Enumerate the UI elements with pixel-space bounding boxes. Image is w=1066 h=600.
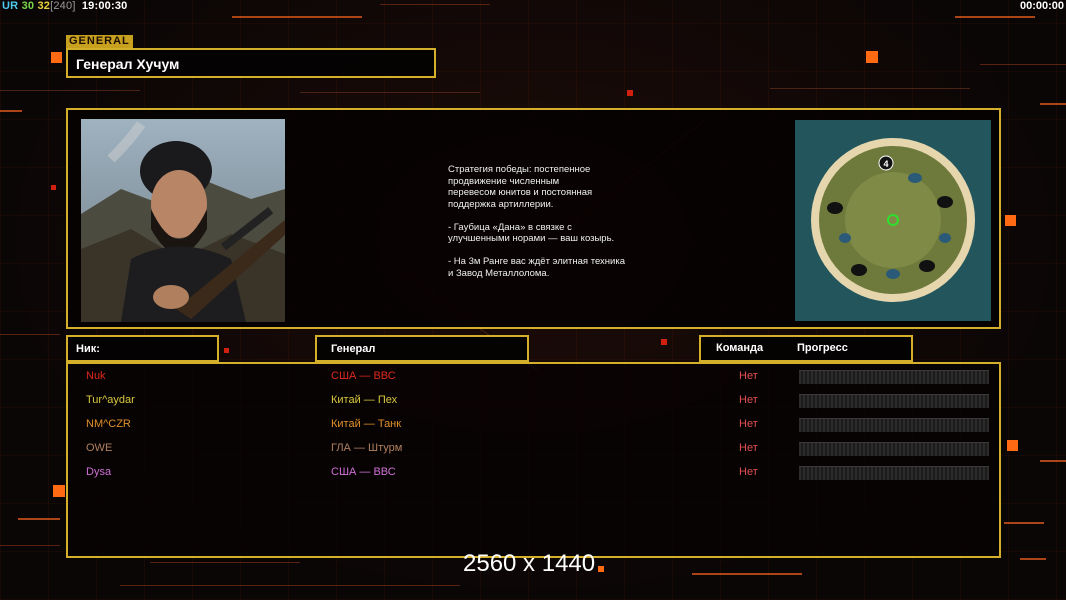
deco-square — [51, 185, 56, 190]
deco-line — [692, 573, 802, 575]
deco-square — [598, 566, 604, 572]
deco-line — [1040, 103, 1066, 105]
counter-value-2: 32 — [37, 0, 51, 12]
deco-line — [0, 334, 60, 335]
general-info-panel: Стратегия победы: постепенное продвижени… — [66, 108, 1001, 329]
deco-line — [120, 585, 460, 586]
counter-value-1: 30 — [21, 0, 35, 12]
resource-counter: UR 30 32[240] 19:00:30 — [2, 0, 127, 12]
general-portrait-image — [81, 119, 285, 322]
player-faction: Китай — Танк — [331, 418, 402, 430]
general-column-label: Генерал — [331, 343, 376, 355]
player-row: Tur^aydar Китай — Пех Нет — [68, 391, 999, 415]
player-progress-bar — [799, 442, 989, 456]
progress-column-label: Прогресс — [797, 342, 848, 354]
strategy-description: Стратегия победы: постепенное продвижени… — [448, 164, 625, 279]
deco-line — [300, 92, 480, 93]
ur-label: UR — [2, 0, 19, 12]
nick-column-label: Ник: — [76, 343, 100, 355]
deco-line — [770, 88, 970, 89]
deco-line — [380, 4, 490, 5]
player-nick: Dysa — [86, 466, 112, 478]
team-column-label: Команда — [716, 342, 764, 354]
general-portrait — [81, 119, 285, 322]
deco-line — [0, 90, 140, 91]
nick-column-header: Ник: — [66, 335, 219, 362]
player-progress-bar — [799, 466, 989, 480]
deco-square — [1005, 215, 1016, 226]
deco-square — [627, 90, 633, 96]
deco-line — [0, 110, 22, 112]
clock: 19:00:30 — [81, 0, 128, 12]
player-nick: Tur^aydar — [86, 394, 135, 406]
player-progress-bar — [799, 370, 989, 384]
deco-line — [1020, 558, 1046, 560]
deco-line — [18, 518, 60, 520]
player-team: Нет — [739, 442, 758, 454]
deco-square — [661, 339, 667, 345]
team-progress-column-header: Команда Прогресс — [699, 335, 913, 362]
map-image: 4 — [795, 120, 991, 321]
player-progress-bar — [799, 394, 989, 408]
deco-line — [150, 562, 300, 563]
player-row: OWE ГЛА — Штурм Нет — [68, 439, 999, 463]
player-team: Нет — [739, 394, 758, 406]
player-team: Нет — [739, 466, 758, 478]
general-title-box: Генерал Хучум — [66, 48, 436, 78]
player-faction: США — ВВС — [331, 370, 396, 382]
resolution-label: 2560 x 1440 — [463, 550, 596, 577]
player-row: Dysa США — ВВС Нет — [68, 463, 999, 487]
deco-square — [224, 348, 229, 353]
player-faction: США — ВВС — [331, 466, 396, 478]
player-row: NM^CZR Китай — Танк Нет — [68, 415, 999, 439]
counter-bracket-value: [240] — [50, 0, 76, 12]
deco-line — [955, 16, 1035, 18]
deco-line — [980, 64, 1066, 65]
deco-line — [232, 16, 362, 18]
game-timer: 00:00:00 — [1019, 0, 1064, 12]
player-row: Nuk США — ВВС Нет — [68, 367, 999, 391]
player-nick: NM^CZR — [86, 418, 131, 430]
deco-line — [0, 545, 60, 546]
map-marker-label: 4 — [883, 159, 888, 169]
deco-square — [866, 51, 878, 63]
deco-square — [1007, 440, 1018, 451]
general-column-header: Генерал — [315, 335, 529, 362]
general-tag: GENERAL — [66, 35, 133, 48]
general-name: Генерал Хучум — [76, 56, 180, 72]
player-faction: Китай — Пех — [331, 394, 398, 406]
deco-line — [1004, 522, 1044, 524]
player-team: Нет — [739, 418, 758, 430]
player-progress-bar — [799, 418, 989, 432]
player-list: Nuk США — ВВС Нет Tur^aydar Китай — Пех … — [66, 362, 1001, 558]
deco-line — [1040, 460, 1066, 462]
player-faction: ГЛА — Штурм — [331, 442, 403, 454]
player-team: Нет — [739, 370, 758, 382]
deco-square — [53, 485, 65, 497]
player-nick: Nuk — [86, 370, 106, 382]
player-nick: OWE — [86, 442, 113, 454]
deco-square — [51, 52, 62, 63]
map-preview[interactable]: 4 — [795, 120, 991, 321]
